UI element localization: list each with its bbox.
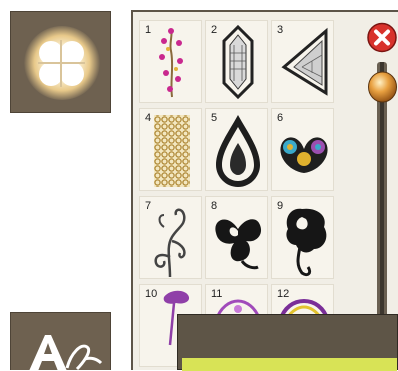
design-cell-7[interactable]: 7 bbox=[139, 196, 202, 279]
floral-sprig-design bbox=[159, 28, 183, 98]
scroll-thumb[interactable] bbox=[367, 70, 398, 104]
cross-stitch-block-design bbox=[154, 115, 190, 187]
design-cell-3[interactable]: 3 bbox=[271, 20, 334, 103]
lattice-hexagon-design bbox=[222, 24, 254, 100]
glow-button[interactable] bbox=[10, 11, 111, 113]
design-cell-2[interactable]: 2 bbox=[205, 20, 268, 103]
design-cell-9[interactable]: 9 bbox=[271, 196, 334, 279]
design-cell-4[interactable]: 4 bbox=[139, 108, 202, 191]
swirl-vine-design bbox=[154, 208, 186, 278]
design-cell-8[interactable]: 8 bbox=[205, 196, 268, 279]
black-tulip-design bbox=[286, 208, 327, 277]
overlay-dialog bbox=[177, 314, 398, 371]
lace-triangle-design bbox=[281, 27, 328, 96]
yellow-bar bbox=[182, 358, 397, 371]
design-cell-5[interactable]: 5 bbox=[205, 108, 268, 191]
peacock-fan-design bbox=[280, 137, 328, 173]
font-letter-icon bbox=[29, 335, 103, 371]
four-petal-icon bbox=[38, 40, 85, 87]
design-cell-1[interactable]: 1 bbox=[139, 20, 202, 103]
black-flower-design bbox=[215, 219, 262, 270]
font-button[interactable] bbox=[10, 312, 111, 371]
lace-teardrop-design bbox=[216, 115, 260, 187]
close-icon[interactable] bbox=[366, 21, 398, 54]
design-cell-6[interactable]: 6 bbox=[271, 108, 334, 191]
